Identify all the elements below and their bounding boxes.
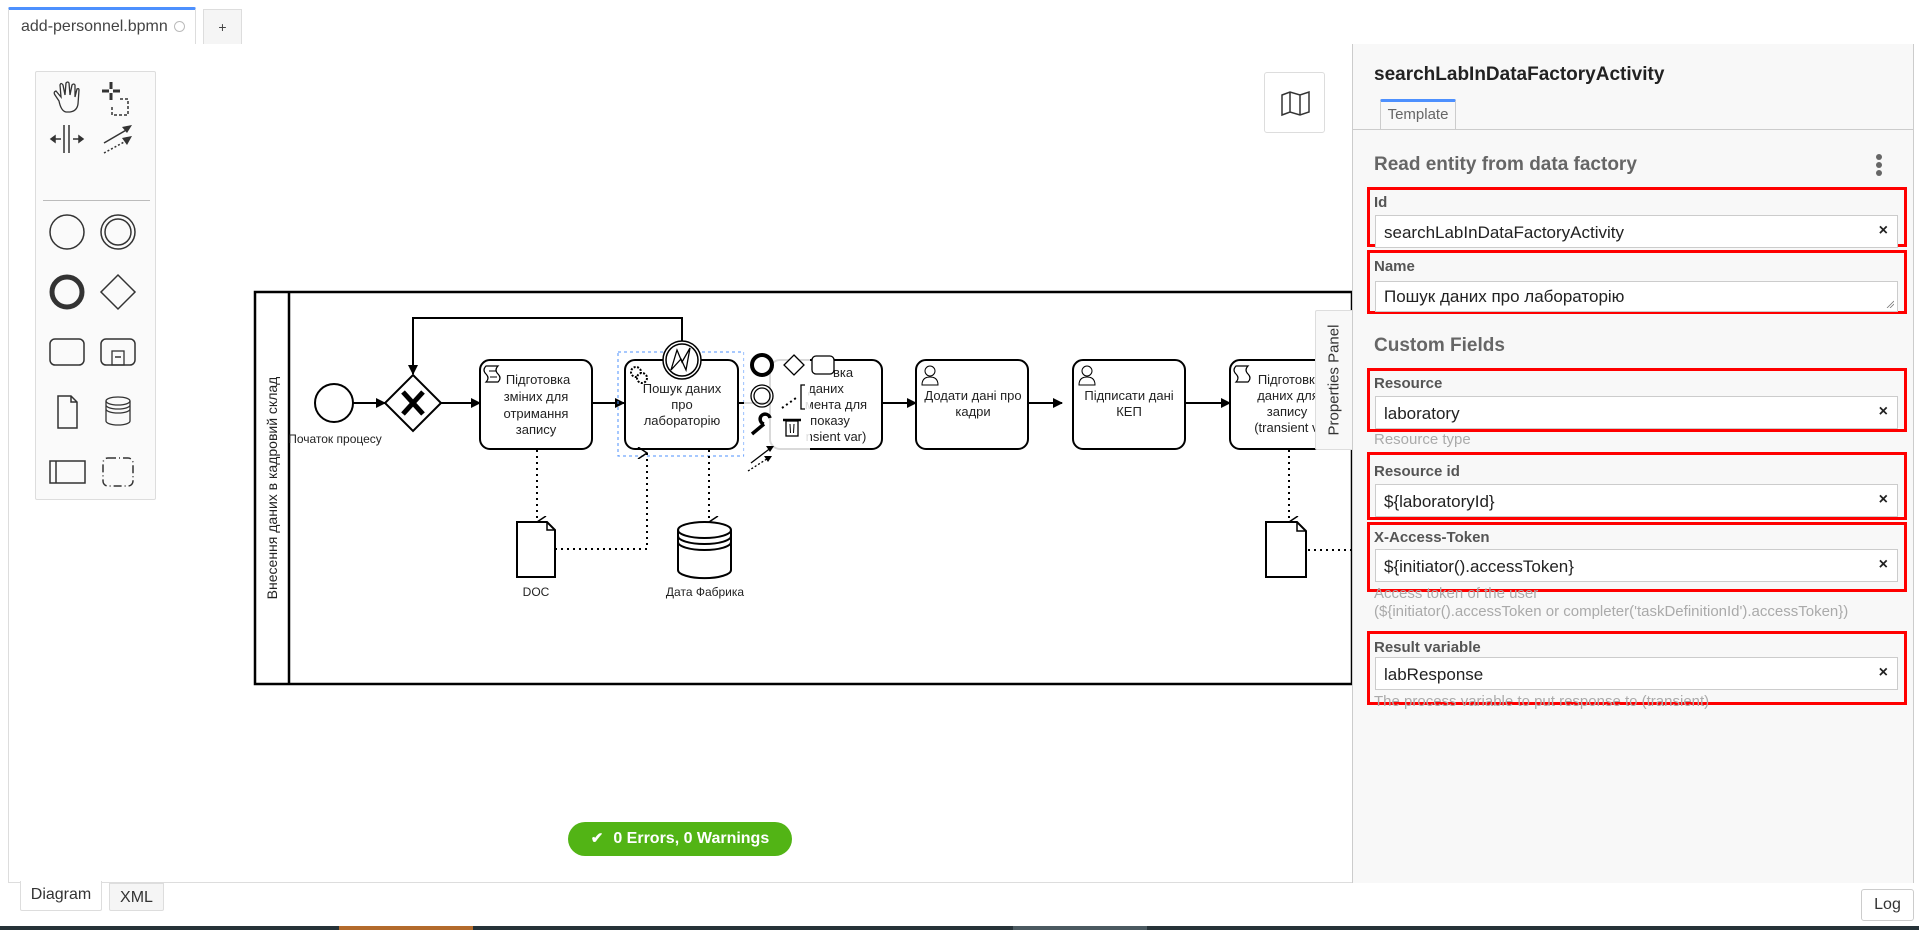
lasso-tool-icon[interactable]: [96, 77, 140, 121]
task-label-line: мента для: [805, 397, 867, 412]
task-label-line: КЕП: [1116, 404, 1142, 419]
space-tool-icon[interactable]: [45, 117, 89, 161]
task-label-line: даних: [808, 381, 844, 396]
user-task-sign-data[interactable]: Підписати дані КЕП: [1072, 359, 1186, 450]
task-label-line: запису: [516, 422, 557, 437]
data-store-tool-icon[interactable]: [96, 390, 140, 434]
data-object-tool-icon[interactable]: [45, 390, 89, 434]
data-store[interactable]: [677, 521, 732, 580]
task-label-line: nsient var): [806, 429, 867, 444]
lane-label: Внесення даних в кадровий склад: [264, 377, 280, 600]
log-button[interactable]: Log: [1861, 889, 1914, 921]
id-label: Id: [1374, 194, 1388, 211]
task-label-line: Додати дані про: [924, 388, 1021, 403]
task-label-line: лабораторію: [644, 413, 721, 428]
tab-template[interactable]: Template: [1380, 99, 1456, 129]
access-token-input[interactable]: ${initiator().accessToken} ×: [1375, 549, 1898, 582]
id-input[interactable]: searchLabInDataFactoryActivity ×: [1375, 215, 1898, 248]
resource-description: Resource type: [1374, 431, 1471, 448]
properties-panel-toggle[interactable]: Properties Panel: [1315, 310, 1352, 450]
clear-icon[interactable]: ×: [1879, 222, 1888, 240]
bpmn-diagram: Внесення даних в кадровий склад Початок …: [253, 290, 1352, 686]
map-icon: [1281, 90, 1310, 117]
status-bar: [0, 926, 1919, 930]
task-label-line: Підготовка: [506, 372, 571, 387]
element-id-title: searchLabInDataFactoryActivity: [1374, 64, 1665, 85]
name-value: Пошук даних про лабораторію: [1384, 287, 1625, 306]
palette: [35, 71, 156, 500]
resource-id-label: Resource id: [1374, 463, 1460, 480]
access-token-value: ${initiator().accessToken}: [1384, 557, 1574, 576]
resize-grip-icon[interactable]: [1886, 300, 1894, 308]
task-label-line: про: [671, 397, 693, 412]
task-label-line: даних для: [1257, 388, 1319, 403]
result-variable-label: Result variable: [1374, 639, 1481, 656]
group-title-read-entity: Read entity from data factory: [1374, 154, 1637, 175]
minimap-toggle-button[interactable]: [1264, 72, 1325, 133]
id-value: searchLabInDataFactoryActivity: [1384, 223, 1624, 242]
hand-tool-icon[interactable]: [45, 77, 89, 121]
check-icon: ✔: [590, 830, 604, 847]
tab-diagram[interactable]: Diagram: [20, 881, 102, 911]
result-variable-description: The process variable to put response to …: [1374, 693, 1710, 710]
properties-panel-toggle-label: Properties Panel: [1325, 324, 1343, 436]
data-object-doc[interactable]: [516, 521, 556, 578]
task-label-line: показу: [810, 413, 850, 428]
more-options-icon[interactable]: [1875, 154, 1883, 176]
script-task-prepare-vars[interactable]: Підготовка зміних для отримання запису: [479, 359, 593, 450]
start-event-tool-icon[interactable]: [45, 210, 89, 254]
subprocess-tool-icon[interactable]: [96, 330, 140, 374]
tab-xml[interactable]: XML: [109, 883, 164, 911]
task-label-line: Підписати дані: [1084, 388, 1173, 403]
group-title-custom-fields: Custom Fields: [1374, 335, 1505, 356]
boundary-error-event[interactable]: [662, 340, 702, 380]
status-bar-segment: [339, 926, 473, 930]
append-task-icon[interactable]: [811, 355, 835, 375]
start-event[interactable]: [314, 383, 354, 423]
validation-status-badge[interactable]: ✔ 0 Errors, 0 Warnings: [568, 822, 792, 856]
data-association[interactable]: [555, 453, 648, 550]
start-event-label: Початок процесу: [288, 432, 382, 446]
clear-icon[interactable]: ×: [1879, 403, 1888, 421]
user-task-add-personnel[interactable]: Додати дані про кадри: [915, 359, 1029, 450]
resource-input[interactable]: laboratory ×: [1375, 396, 1898, 429]
clear-icon[interactable]: ×: [1879, 664, 1888, 682]
clear-icon[interactable]: ×: [1879, 491, 1888, 509]
clear-icon[interactable]: ×: [1879, 556, 1888, 574]
validation-status-text: 0 Errors, 0 Warnings: [613, 830, 770, 847]
palette-separator: [43, 200, 150, 201]
resource-label: Resource: [1374, 375, 1443, 392]
result-variable-value: labResponse: [1384, 665, 1484, 684]
pool-tool-icon[interactable]: [45, 450, 89, 494]
gateway-tool-icon[interactable]: [96, 270, 140, 314]
end-event-tool-icon[interactable]: [45, 270, 89, 314]
data-object-label: DOC: [523, 585, 550, 599]
exclusive-gateway[interactable]: [383, 373, 443, 433]
name-textarea[interactable]: Пошук даних про лабораторію: [1375, 281, 1898, 312]
result-variable-input[interactable]: labResponse ×: [1375, 657, 1898, 690]
task-label-line: вка: [833, 365, 854, 380]
task-label-line: Підготовка: [1258, 372, 1323, 387]
name-label: Name: [1374, 258, 1415, 275]
panel-tab-divider: [1353, 129, 1913, 130]
data-store-label: Дата Фабрика: [666, 585, 744, 599]
task-label-line: зміних для: [504, 389, 569, 404]
resource-id-input[interactable]: ${laboratoryId} ×: [1375, 484, 1898, 517]
resource-value: laboratory: [1384, 404, 1460, 423]
group-tool-icon[interactable]: [96, 450, 140, 494]
resource-id-value: ${laboratoryId}: [1384, 492, 1495, 511]
task-label-line: запису: [1267, 404, 1308, 419]
task-label-line: Пошук даних: [643, 381, 722, 396]
access-token-label: X-Access-Token: [1374, 529, 1490, 546]
task-tool-icon[interactable]: [45, 330, 89, 374]
properties-panel: searchLabInDataFactoryActivity Template …: [1352, 44, 1914, 883]
intermediate-event-tool-icon[interactable]: [96, 210, 140, 254]
task-label-line: отримання: [504, 406, 569, 421]
task-label-line: кадри: [955, 404, 990, 419]
status-bar-segment: [1013, 926, 1147, 930]
access-token-description-line1: Access token of the user: [1374, 585, 1539, 602]
data-object[interactable]: [1265, 521, 1307, 578]
access-token-description-line2: (${initiator().accessToken or completer(…: [1374, 603, 1849, 620]
global-connect-tool-icon[interactable]: [96, 117, 140, 161]
